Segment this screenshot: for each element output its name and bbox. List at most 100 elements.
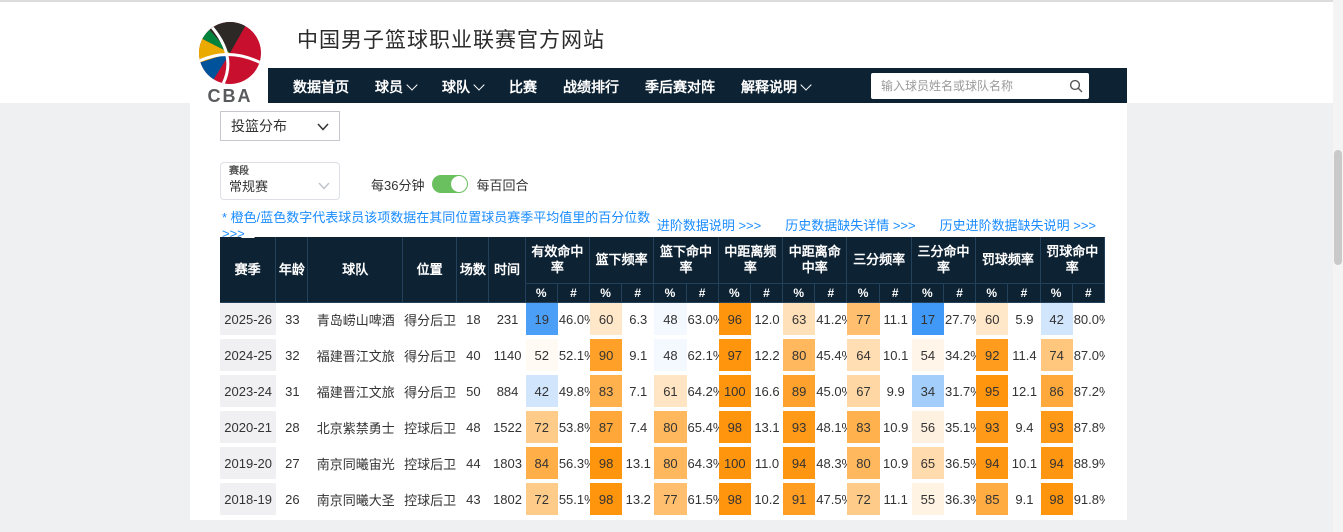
percentile-cell: 61 (654, 375, 686, 411)
percentile-cell: 94 (783, 447, 815, 483)
cell-games: 50 (457, 375, 489, 411)
header-links: 进阶数据说明 >>> 历史数据缺失详情 >>> 历史进阶数据缺失说明 >>> (657, 215, 1096, 234)
cell-season: 2019-20 (220, 447, 276, 483)
value-cell: 31.7% (944, 375, 976, 411)
nav-item[interactable]: 季后赛对阵 (645, 77, 715, 97)
percentile-cell: 98 (719, 411, 751, 447)
value-cell: 56.3% (558, 447, 590, 483)
column-header[interactable]: 赛季 (220, 237, 276, 303)
scrollbar-thumb[interactable] (1334, 150, 1342, 265)
stat-sub-header[interactable]: # (558, 284, 590, 303)
help-link[interactable]: 历史数据缺失详情 >>> (785, 215, 915, 234)
value-cell: 7.1 (622, 375, 654, 411)
percentile-cell: 74 (1041, 339, 1073, 375)
stat-sub-header[interactable]: % (590, 284, 622, 303)
stat-group-header[interactable]: 中距离命中率 (783, 237, 847, 284)
stat-group-header[interactable]: 罚球命中率 (1041, 237, 1105, 284)
stat-sub-header[interactable]: # (751, 284, 783, 303)
nav-item[interactable]: 战绩排行 (563, 77, 619, 97)
cell-season: 2018-19 (220, 483, 276, 519)
column-header[interactable]: 位置 (403, 237, 457, 303)
stat-sub-header[interactable]: # (815, 284, 847, 303)
stat-sub-header[interactable]: % (719, 284, 751, 303)
value-cell: 91.8% (1073, 483, 1105, 519)
column-header[interactable]: 场数 (457, 237, 489, 303)
stat-sub-header[interactable]: % (847, 284, 879, 303)
cell-age: 27 (276, 447, 308, 483)
percentile-cell: 98 (719, 483, 751, 519)
stat-group-header[interactable]: 罚球频率 (976, 237, 1040, 284)
per-mode-toggle-row: 每36分钟 每百回合 (371, 172, 528, 196)
stat-group-header[interactable]: 篮下命中率 (654, 237, 718, 284)
cell-games: 48 (457, 411, 489, 447)
value-cell: 10.2 (751, 483, 783, 519)
cell-minutes: 1802 (489, 483, 525, 519)
search-icon[interactable] (1063, 73, 1089, 99)
value-cell: 80.0% (1073, 303, 1105, 339)
cell-position: 得分后卫 (403, 303, 457, 339)
percentile-cell: 98 (590, 447, 622, 483)
value-cell: 11.4 (1008, 339, 1040, 375)
stat-sub-header[interactable]: # (622, 284, 654, 303)
percentile-cell: 80 (654, 411, 686, 447)
stat-group-header[interactable]: 篮下频率 (590, 237, 654, 284)
stat-sub-header[interactable]: # (880, 284, 912, 303)
stat-sub-header[interactable]: % (654, 284, 686, 303)
value-cell: 11.1 (880, 303, 912, 339)
value-cell: 64.2% (687, 375, 719, 411)
value-cell: 9.9 (880, 375, 912, 411)
cell-position: 得分后卫 (403, 339, 457, 375)
stat-sub-header[interactable]: # (687, 284, 719, 303)
toggle-right-label: 每百回合 (476, 175, 528, 194)
percentile-cell: 60 (590, 303, 622, 339)
stat-group-header[interactable]: 中距离频率 (719, 237, 783, 284)
stat-group-header[interactable]: 有效命中率 (526, 237, 590, 284)
stat-sub-header[interactable]: # (944, 284, 976, 303)
basketball-icon (193, 20, 267, 90)
column-header[interactable]: 时间 (489, 237, 525, 303)
percentile-cell: 98 (1041, 483, 1073, 519)
stat-sub-header[interactable]: # (1008, 284, 1040, 303)
stat-sub-header[interactable]: % (1041, 284, 1073, 303)
value-cell: 64.3% (687, 447, 719, 483)
cell-age: 26 (276, 483, 308, 519)
stat-sub-header[interactable]: % (783, 284, 815, 303)
per-mode-toggle[interactable] (432, 175, 468, 193)
percentile-cell: 72 (847, 483, 879, 519)
cell-team: 南京同曦大圣 (308, 483, 403, 519)
value-cell: 87.0% (1073, 339, 1105, 375)
stage-select[interactable]: 赛段 常规赛 (220, 162, 340, 200)
nav-items: 数据首页 球员 球队 比赛 战绩排行 季后赛对阵 解释说明 (293, 77, 836, 97)
help-link[interactable]: 进阶数据说明 >>> (657, 215, 761, 234)
search-input[interactable] (871, 79, 1063, 93)
nav-item[interactable]: 球员 (375, 77, 416, 97)
cell-season: 2024-25 (220, 339, 276, 375)
value-cell: 49.8% (558, 375, 590, 411)
value-cell: 52.1% (558, 339, 590, 375)
nav-item[interactable]: 数据首页 (293, 77, 349, 97)
cell-team: 福建晋江文旅 (308, 339, 403, 375)
stat-group-header[interactable]: 三分频率 (847, 237, 911, 284)
percentile-cell: 55 (912, 483, 944, 519)
stat-sub-header[interactable]: % (526, 284, 558, 303)
stat-sub-header[interactable]: % (912, 284, 944, 303)
cell-position: 得分后卫 (403, 375, 457, 411)
percentile-cell: 91 (783, 483, 815, 519)
nav-item[interactable]: 球队 (442, 77, 483, 97)
stat-category-select[interactable]: 投篮分布 (220, 111, 340, 141)
cell-age: 33 (276, 303, 308, 339)
cba-logo: CBA (193, 20, 267, 106)
percentile-note-link[interactable]: * 橙色/蓝色数字代表球员该项数据在其同位置球员赛季平均值里的百分位数 >>> (222, 207, 657, 241)
value-cell: 36.3% (944, 483, 976, 519)
stat-sub-header[interactable]: # (1073, 284, 1105, 303)
stat-sub-header[interactable]: % (976, 284, 1008, 303)
value-cell: 36.5% (944, 447, 976, 483)
nav-item[interactable]: 比赛 (509, 77, 537, 97)
nav-item[interactable]: 解释说明 (741, 77, 810, 97)
value-cell: 65.4% (687, 411, 719, 447)
stat-group-header[interactable]: 三分命中率 (912, 237, 976, 284)
column-header[interactable]: 球队 (308, 237, 403, 303)
value-cell: 6.3 (622, 303, 654, 339)
help-link[interactable]: 历史进阶数据缺失说明 >>> (940, 215, 1096, 234)
column-header[interactable]: 年龄 (276, 237, 308, 303)
